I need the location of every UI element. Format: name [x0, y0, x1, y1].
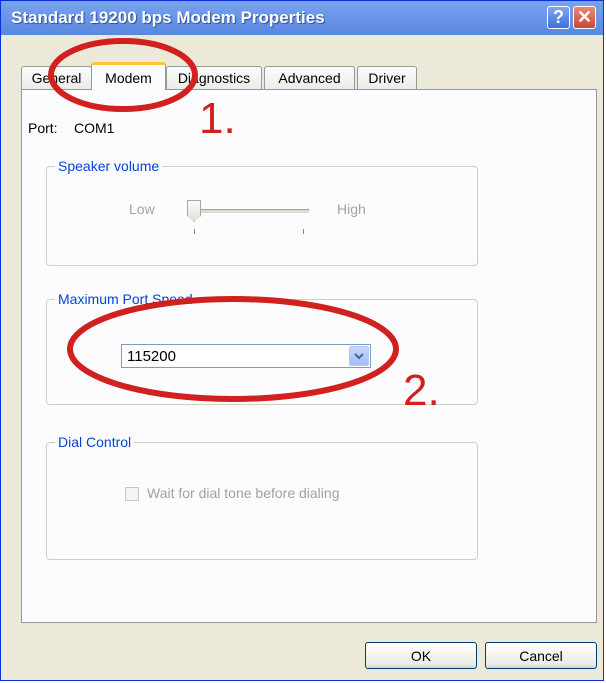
tab-driver[interactable]: Driver: [357, 66, 417, 89]
slider-tick-min: [194, 229, 195, 234]
dialog-window: Standard 19200 bps Modem Properties ? ✕ …: [0, 0, 604, 681]
dial-control-title: Dial Control: [55, 434, 135, 450]
close-icon: ✕: [576, 7, 593, 27]
window-title: Standard 19200 bps Modem Properties: [11, 8, 325, 27]
tab-panel-modem: Port: COM1 Speaker volume Low High Maxim…: [21, 89, 597, 623]
tab-modem[interactable]: Modem: [91, 62, 166, 90]
dial-control-group: Dial Control Wait for dial tone before d…: [46, 434, 478, 560]
close-button[interactable]: ✕: [573, 6, 596, 29]
volume-slider-track[interactable]: [189, 209, 309, 214]
ok-button[interactable]: OK: [365, 642, 477, 669]
volume-slider-thumb[interactable]: [187, 200, 201, 222]
port-label: Port:: [28, 120, 58, 136]
cancel-button[interactable]: Cancel: [485, 642, 597, 669]
wait-dial-tone-checkbox[interactable]: [125, 487, 139, 501]
tab-diagnostics[interactable]: Diagnostics: [166, 66, 262, 89]
port-speed-select[interactable]: 115200: [121, 344, 371, 368]
slider-tick-max: [303, 229, 304, 234]
max-port-speed-title: Maximum Port Speed: [55, 291, 196, 307]
help-icon: ?: [553, 7, 564, 27]
port-value: COM1: [74, 120, 115, 136]
tab-general[interactable]: General: [21, 66, 92, 89]
chevron-down-icon[interactable]: [349, 346, 369, 366]
speaker-volume-title: Speaker volume: [55, 158, 163, 174]
volume-low-label: Low: [129, 201, 155, 217]
speaker-volume-group: Speaker volume Low High: [46, 158, 478, 266]
wait-dial-tone-label: Wait for dial tone before dialing: [147, 485, 340, 501]
port-speed-value: 115200: [127, 348, 176, 365]
tab-advanced[interactable]: Advanced: [264, 66, 355, 89]
annotation-step-1: 1.: [199, 94, 236, 143]
help-button[interactable]: ?: [547, 6, 570, 29]
annotation-step-2: 2.: [403, 366, 440, 415]
volume-high-label: High: [337, 201, 366, 217]
title-bar[interactable]: Standard 19200 bps Modem Properties ? ✕: [1, 1, 603, 35]
